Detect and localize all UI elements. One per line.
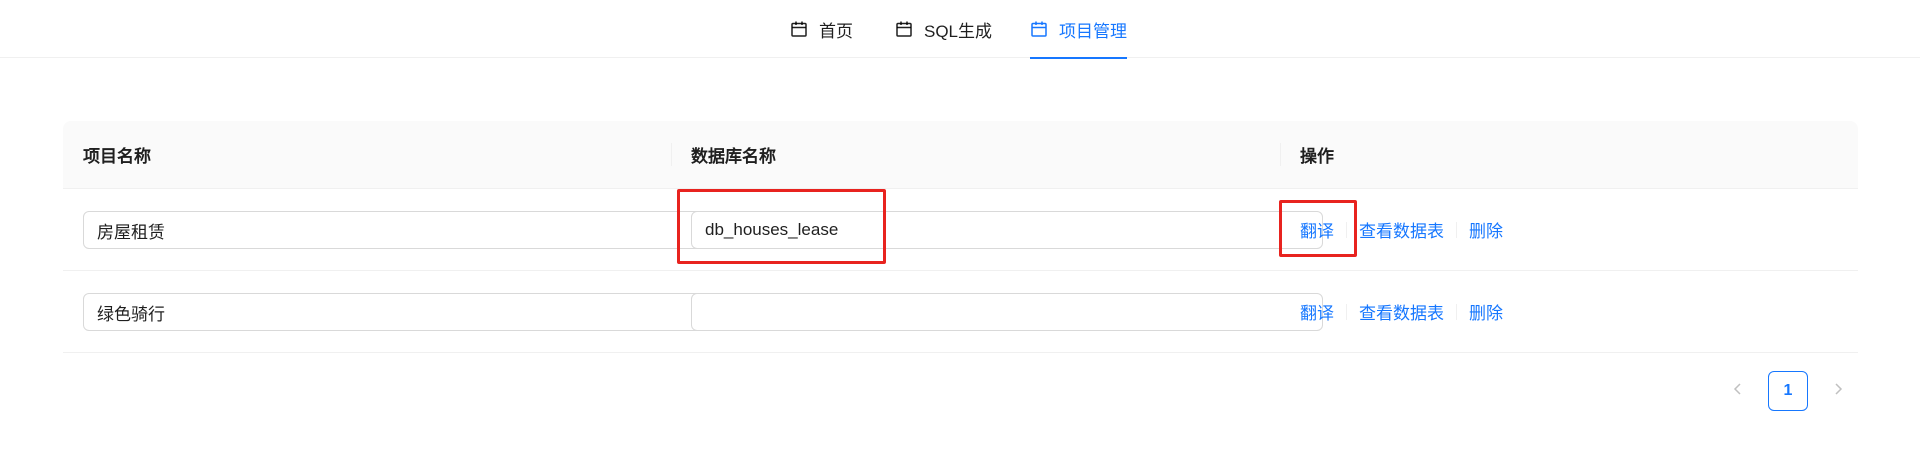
column-divider [1280,143,1281,166]
table-row: 翻译 查看数据表 删除 [63,189,1858,271]
translate-link[interactable]: 翻译 [1300,217,1334,242]
delete-link[interactable]: 删除 [1469,217,1503,242]
pagination-prev-button[interactable] [1722,371,1754,411]
chevron-right-icon [1832,382,1844,401]
row-actions: 翻译 查看数据表 删除 [1300,189,1503,270]
nav-item-home[interactable]: 首页 [790,0,853,58]
action-divider [1456,221,1457,238]
pagination-next-button[interactable] [1822,371,1854,411]
project-name-input[interactable] [83,293,714,331]
column-header-project-name: 项目名称 [83,147,151,166]
chevron-left-icon [1732,382,1744,401]
nav-label: 项目管理 [1059,21,1127,41]
column-header-actions: 操作 [1300,147,1334,166]
nav-item-sql[interactable]: SQL生成 [895,0,992,58]
view-tables-link[interactable]: 查看数据表 [1359,299,1444,324]
action-divider [1346,303,1347,320]
top-nav: 首页 SQL生成 项目管理 [0,0,1920,59]
row-actions: 翻译 查看数据表 删除 [1300,271,1503,352]
nav-label: 首页 [819,21,853,41]
calendar-icon [895,20,913,38]
translate-link[interactable]: 翻译 [1300,299,1334,324]
view-tables-link[interactable]: 查看数据表 [1359,217,1444,242]
project-name-input[interactable] [83,211,714,249]
pagination-page-1[interactable]: 1 [1768,371,1808,411]
db-name-input[interactable] [691,211,1323,249]
delete-link[interactable]: 删除 [1469,299,1503,324]
column-header-db-name: 数据库名称 [691,147,776,166]
action-divider [1456,303,1457,320]
column-divider [671,143,672,166]
table-row: 翻译 查看数据表 删除 [63,271,1858,353]
action-divider [1346,221,1347,238]
calendar-icon [790,20,808,38]
project-table: 项目名称 数据库名称 操作 翻译 查看数据表 删除 翻译 查看数据表 删除 [63,121,1858,353]
nav-label: SQL生成 [924,21,993,41]
nav-item-project-management[interactable]: 项目管理 [1030,0,1127,59]
table-header: 项目名称 数据库名称 操作 [63,121,1858,189]
db-name-input[interactable] [691,293,1323,331]
calendar-icon [1030,20,1048,38]
